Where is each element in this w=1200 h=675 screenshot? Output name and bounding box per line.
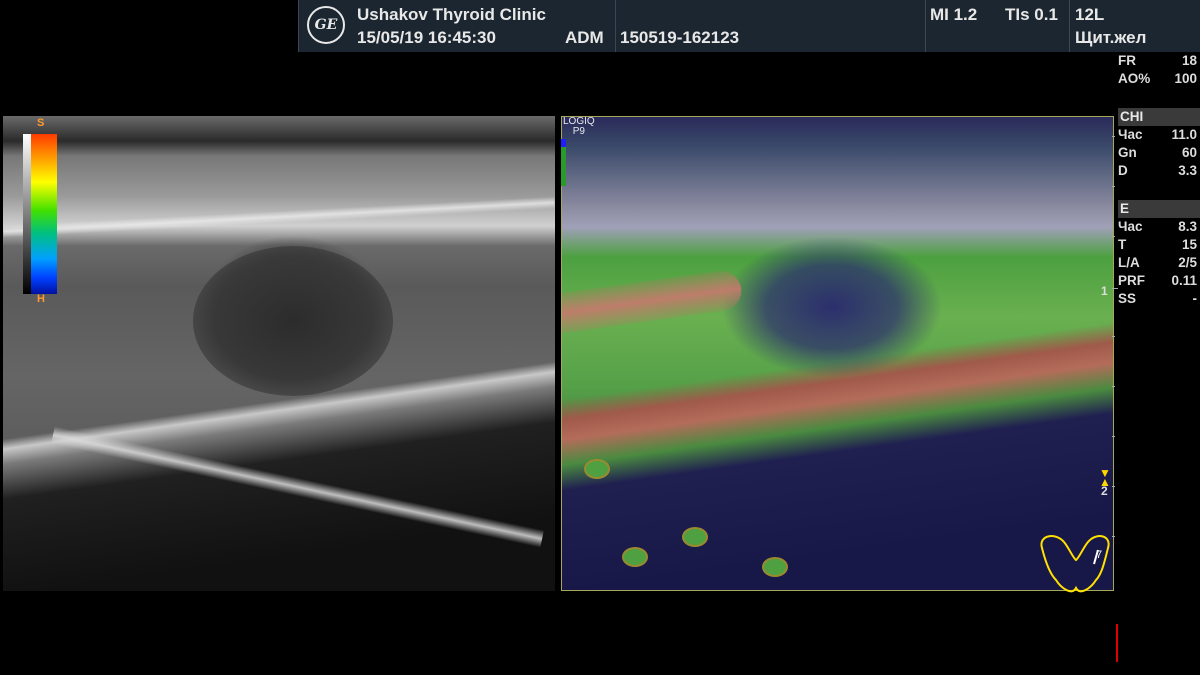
elasto-spot [622,547,648,567]
operator-id: ADM [565,28,604,47]
elasto-spot [584,459,610,479]
depth-tick [1112,386,1115,387]
bmode-image [3,116,555,591]
logiq-label: LOGIQ P9 [563,117,595,137]
elasto-title: E [1118,200,1200,218]
chi-title: CHI [1118,108,1200,126]
depth-tick [1112,186,1115,187]
elasto-spot [762,557,788,577]
depth-label-1: 1 [1101,284,1108,298]
clinic-name: Ushakov Thyroid Clinic [357,5,546,24]
colorbar-bottom-label: H [37,293,45,305]
elasto-params: E Час 8.3 T 15 L/A 2/5 PRF 0.11 SS - [1118,200,1200,308]
depth-tick [1112,236,1115,237]
thyroid-bodymark-icon: 7 [1040,535,1110,593]
elasto-row: T 15 [1118,237,1197,252]
elasto-quality-bar [561,139,566,186]
elasto-row: Час 8.3 [1118,219,1197,234]
preset-name: Щит.жел [1075,28,1147,47]
grayscale-bar [23,134,31,294]
probe-name: 12L [1075,5,1105,24]
depth-tick [1112,436,1115,437]
bmode-nodule [193,246,393,396]
thermal-index: TIs 0.1 [1005,5,1058,24]
cine-position-marker [1116,624,1118,662]
exam-datetime: 15/05/19 16:45:30 [357,28,496,47]
mechanical-index: MI 1.2 [930,5,978,24]
depth-tick [1112,288,1118,289]
bodymark-label: 7 [1096,549,1102,561]
elasto-row: SS - [1118,291,1197,306]
chi-row: Час 11.0 [1118,127,1197,142]
colorbar-top-label: S [37,117,45,129]
depth-tick [1112,336,1115,337]
chi-row: Gn 60 [1118,145,1197,160]
bmode-echo-band [51,426,544,548]
depth-tick [1112,486,1115,487]
focus-marker-icon[interactable]: ▼ ▲ [1099,467,1111,488]
ge-logo: GE [307,6,345,44]
chi-row: D 3.3 [1118,163,1197,178]
chi-params: CHI Час 11.0 Gn 60 D 3.3 [1118,108,1200,180]
elasto-stiff-band [562,268,744,336]
depth-ruler [1112,116,1118,591]
elastography-image [561,116,1114,591]
logiq-line2: P9 [572,126,585,137]
exam-id: 150519-162123 [620,28,740,47]
elasto-spot [682,527,708,547]
param-ao: AO% 100 [1118,71,1197,86]
param-fr: FR 18 [1118,53,1197,68]
header-bar: GE Ushakov Thyroid Clinic 15/05/19 16:45… [0,0,1200,52]
elasto-row: PRF 0.11 [1118,273,1197,288]
elasto-row: L/A 2/5 [1118,255,1197,270]
bmode-echo-band [3,196,555,238]
params-top: FR 18 AO% 100 [1118,52,1200,88]
depth-tick [1112,136,1115,137]
